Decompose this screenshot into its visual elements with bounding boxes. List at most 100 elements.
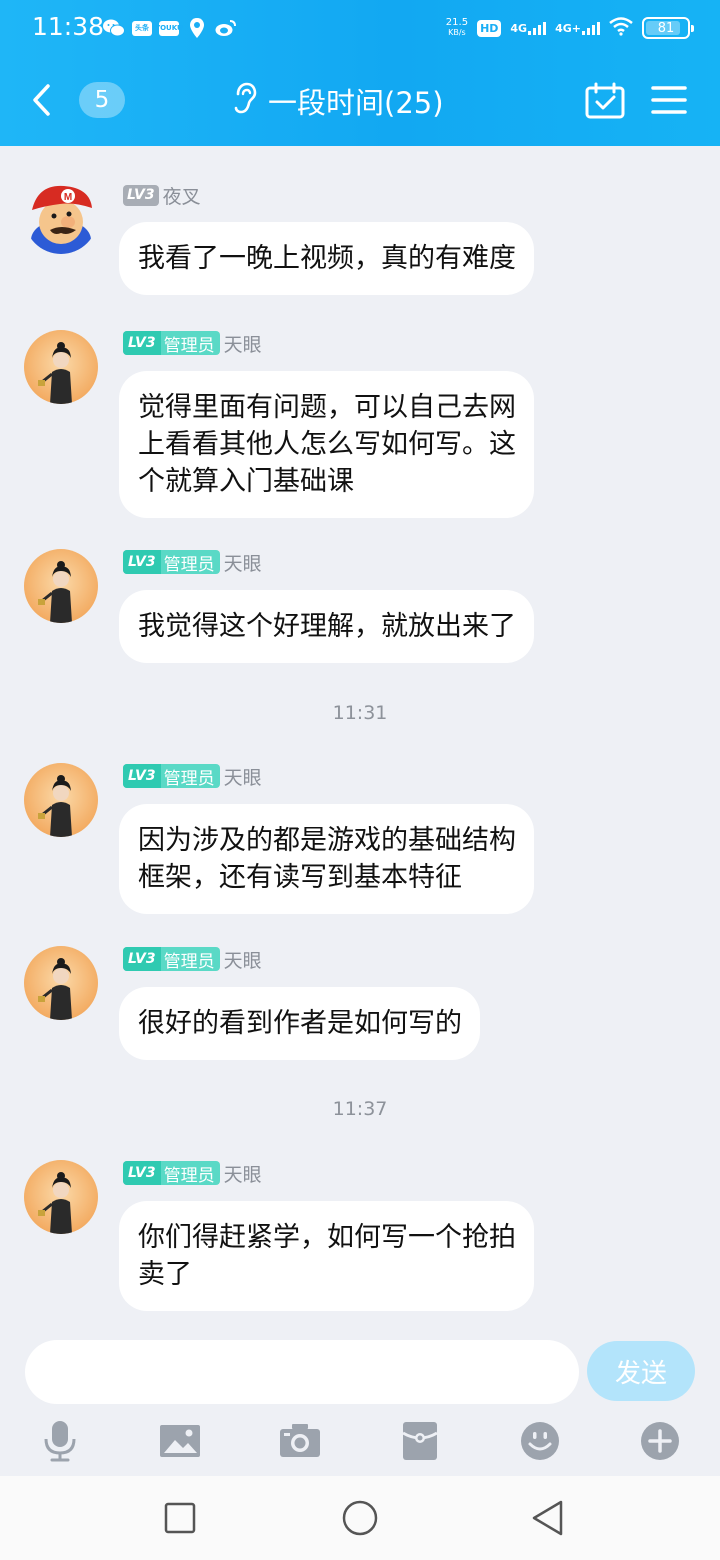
avatar-lady[interactable] [24, 763, 98, 837]
message-bubble[interactable]: 我看了一晚上视频，真的有难度 [119, 222, 534, 295]
battery-icon: 81 [642, 17, 694, 39]
message-text-line: 我看了一晚上视频，真的有难度 [138, 243, 516, 274]
timestamp: 11:37 [332, 1098, 388, 1120]
message-meta: LV3 管理员 天眼 [123, 330, 262, 357]
image-icon[interactable] [158, 1419, 202, 1463]
role-label: 管理员 [163, 951, 215, 972]
message-text-line: 个就算入门基础课 [138, 466, 354, 497]
sim1-label: 4G [510, 22, 528, 35]
avatar-lady[interactable] [24, 549, 98, 623]
status-bar: 11:38 头条 YOUKU 21.5 KB/s HD 4G 4G+ 81 [0, 0, 720, 56]
hamburger-menu-icon [651, 86, 687, 114]
lady-avatar-icon [24, 549, 98, 623]
emoji-icon[interactable] [518, 1419, 562, 1463]
lady-avatar-icon [24, 946, 98, 1020]
wifi-icon [609, 16, 633, 40]
system-status-icons: 21.5 KB/s HD 4G 4G+ 81 [446, 14, 694, 42]
message-text-line: 很好的看到作者是如何写的 [138, 1008, 462, 1039]
admin-badge: LV3 管理员 [123, 331, 220, 355]
admin-badge: LV3 管理员 [123, 764, 220, 788]
hd-voice-badge: HD [477, 19, 502, 37]
sim2-label: 4G+ [555, 22, 581, 35]
role-label: 管理员 [163, 1165, 215, 1186]
lady-avatar-icon [24, 1160, 98, 1234]
message-text-line: 觉得里面有问题，可以自己去网 [138, 392, 516, 423]
role-label: 管理员 [163, 554, 215, 575]
sim2-signal: 4G+ [555, 21, 600, 35]
message-input[interactable] [25, 1340, 579, 1404]
message-bubble[interactable]: 因为涉及的都是游戏的基础结构 框架，还有读写到基本特征 [119, 804, 534, 914]
message-text-line: 因为涉及的都是游戏的基础结构 [138, 825, 516, 856]
location-pin-icon [186, 17, 208, 39]
message-text-line: 上看看其他人怎么写如何写。这 [138, 429, 516, 460]
network-speed-unit: KB/s [448, 28, 466, 37]
system-navigation-bar [0, 1476, 720, 1560]
level-badge: LV3 [123, 1161, 161, 1185]
level-badge: LV3 [123, 550, 161, 574]
toutiao-icon: 头条 [132, 20, 152, 36]
network-speed: 21.5 KB/s [446, 18, 468, 38]
status-time: 11:38 [32, 12, 105, 41]
svg-text:M: M [64, 192, 72, 203]
message-meta: LV3 夜叉 [123, 182, 201, 209]
sender-name[interactable]: 天眼 [224, 946, 262, 973]
recent-apps-icon[interactable] [160, 1498, 200, 1538]
weibo-icon [215, 17, 237, 39]
message-text-line: 框架，还有读写到基本特征 [138, 862, 462, 893]
wechat-icon [103, 17, 125, 39]
level-badge: LV3 [123, 947, 161, 971]
microphone-icon[interactable] [38, 1419, 82, 1463]
message-bubble[interactable]: 很好的看到作者是如何写的 [119, 987, 480, 1060]
admin-badge: LV3 管理员 [123, 550, 220, 574]
message-text-line: 你们得赶紧学，如何写一个抢拍 [138, 1222, 516, 1253]
avatar-mario[interactable]: M [24, 180, 98, 254]
role-label: 管理员 [163, 768, 215, 789]
message-bubble[interactable]: 我觉得这个好理解，就放出来了 [119, 590, 534, 663]
unread-count-badge[interactable]: 5 [79, 82, 125, 118]
chevron-left-icon [33, 84, 50, 116]
sender-name[interactable]: 天眼 [224, 549, 262, 576]
role-label: 管理员 [163, 335, 215, 356]
sender-name[interactable]: 天眼 [224, 763, 262, 790]
level-badge: LV3 [123, 331, 161, 355]
send-button[interactable]: 发送 [587, 1341, 695, 1401]
avatar-lady[interactable] [24, 330, 98, 404]
sim1-signal: 4G [510, 21, 547, 35]
avatar-lady[interactable] [24, 946, 98, 1020]
ear-icon [232, 82, 258, 120]
level-badge: LV3 [123, 184, 159, 206]
calendar-button[interactable] [585, 82, 625, 120]
sender-name[interactable]: 天眼 [224, 1160, 262, 1187]
admin-badge: LV3 管理员 [123, 947, 220, 971]
back-triangle-icon[interactable] [528, 1498, 568, 1538]
home-icon[interactable] [340, 1498, 380, 1538]
chat-title: 一段时间(25) [268, 86, 444, 120]
message-text-line: 我觉得这个好理解，就放出来了 [138, 611, 516, 642]
message-meta: LV3 管理员 天眼 [123, 1160, 262, 1187]
message-meta: LV3 管理员 天眼 [123, 946, 262, 973]
network-speed-value: 21.5 [445, 17, 469, 28]
admin-badge: LV3 管理员 [123, 1161, 220, 1185]
menu-button[interactable] [651, 83, 687, 117]
red-packet-icon[interactable] [398, 1419, 442, 1463]
message-meta: LV3 管理员 天眼 [123, 549, 262, 576]
timestamp: 11:31 [332, 702, 388, 724]
plus-icon[interactable] [638, 1419, 682, 1463]
message-bubble[interactable]: 你们得赶紧学，如何写一个抢拍 卖了 [119, 1201, 534, 1311]
chat-header: 11:38 头条 YOUKU 21.5 KB/s HD 4G 4G+ 81 5 … [0, 0, 720, 146]
message-list[interactable]: M LV3 夜叉 我看了一晚上视频，真的有难度 LV3 管理员 天眼 觉得里面有… [0, 146, 720, 1326]
sender-name[interactable]: 天眼 [224, 330, 262, 357]
message-meta: LV3 管理员 天眼 [123, 763, 262, 790]
chat-title-area[interactable]: 一段时间(25) [232, 78, 444, 124]
message-text-line: 卖了 [138, 1259, 192, 1290]
nav-bar: 5 一段时间(25) [0, 56, 720, 146]
mario-avatar-icon: M [24, 180, 98, 254]
avatar-lady[interactable] [24, 1160, 98, 1234]
level-badge: LV3 [123, 764, 161, 788]
lady-avatar-icon [24, 763, 98, 837]
back-button[interactable] [24, 80, 64, 120]
calendar-check-icon [585, 82, 625, 119]
message-bubble[interactable]: 觉得里面有问题，可以自己去网 上看看其他人怎么写如何写。这 个就算入门基础课 [119, 371, 534, 518]
sender-name[interactable]: 夜叉 [163, 182, 201, 209]
camera-icon[interactable] [278, 1419, 322, 1463]
